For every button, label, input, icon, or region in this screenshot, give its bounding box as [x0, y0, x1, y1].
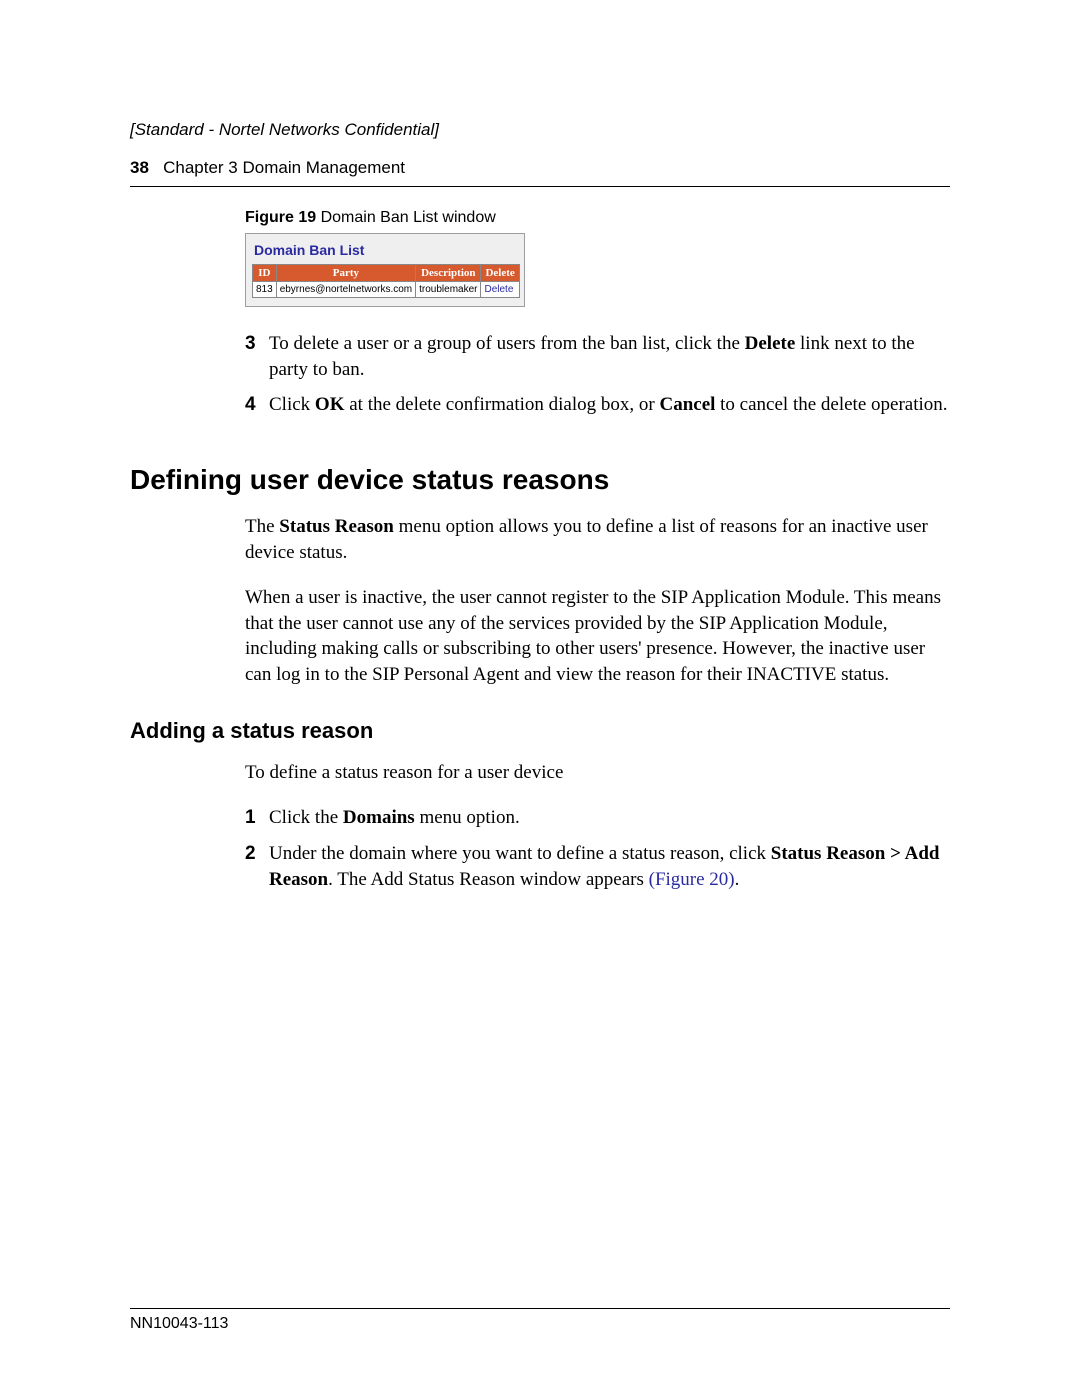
col-id: ID [253, 265, 277, 282]
step-num-2: 2 [245, 841, 269, 892]
step-text-4: Click OK at the delete confirmation dial… [269, 392, 950, 418]
step-3: 3 To delete a user or a group of users f… [245, 331, 950, 382]
step-text-2: Under the domain where you want to defin… [269, 841, 950, 892]
step-num-3: 3 [245, 331, 269, 382]
steps-block-a: 3 To delete a user or a group of users f… [245, 331, 950, 418]
figure19-label-bold: Figure 19 [245, 209, 316, 226]
cell-id: 813 [253, 282, 277, 298]
section-para-2: When a user is inactive, the user cannot… [245, 585, 950, 688]
subsection-heading-adding: Adding a status reason [130, 718, 950, 744]
delete-link[interactable]: Delete [481, 282, 519, 298]
page-footer: NN10043-113 [130, 1308, 950, 1333]
col-party: Party [276, 265, 415, 282]
step-num-4: 4 [245, 392, 269, 418]
step-text-3: To delete a user or a group of users fro… [269, 331, 950, 382]
domain-ban-list-table: ID Party Description Delete 813 ebyrnes@… [252, 264, 520, 298]
page-number: 38 [130, 158, 149, 177]
domain-ban-list-window: Domain Ban List ID Party Description Del… [245, 233, 525, 307]
step-2: 2 Under the domain where you want to def… [245, 841, 950, 892]
figure-20-ref[interactable]: (Figure 20) [649, 869, 735, 890]
doc-id: NN10043-113 [130, 1315, 228, 1332]
chapter-label [154, 158, 163, 177]
col-delete: Delete [481, 265, 519, 282]
cell-party: ebyrnes@nortelnetworks.com [276, 282, 415, 298]
figure19-label-rest: Domain Ban List window [316, 209, 496, 226]
step-4: 4 Click OK at the delete confirmation di… [245, 392, 950, 418]
document-page: [Standard - Nortel Networks Confidential… [0, 0, 1080, 1397]
step-num-1: 1 [245, 805, 269, 831]
section-heading-defining: Defining user device status reasons [130, 464, 950, 496]
table-row: 813 ebyrnes@nortelnetworks.com troublema… [253, 282, 520, 298]
confidential-header: [Standard - Nortel Networks Confidential… [130, 120, 950, 140]
chapter-text: Chapter 3 Domain Management [163, 158, 405, 177]
step-text-1: Click the Domains menu option. [269, 805, 950, 831]
step-1: 1 Click the Domains menu option. [245, 805, 950, 831]
cell-description: troublemaker [416, 282, 481, 298]
domain-ban-list-title: Domain Ban List [252, 238, 518, 264]
col-description: Description [416, 265, 481, 282]
chapter-header: 38 Chapter 3 Domain Management [130, 158, 950, 187]
table-header-row: ID Party Description Delete [253, 265, 520, 282]
section-para-1: The Status Reason menu option allows you… [245, 514, 950, 565]
steps-block-b: 1 Click the Domains menu option. 2 Under… [245, 805, 950, 892]
figure19-label: Figure 19 Domain Ban List window [245, 209, 950, 227]
subsection-intro: To define a status reason for a user dev… [245, 760, 950, 786]
